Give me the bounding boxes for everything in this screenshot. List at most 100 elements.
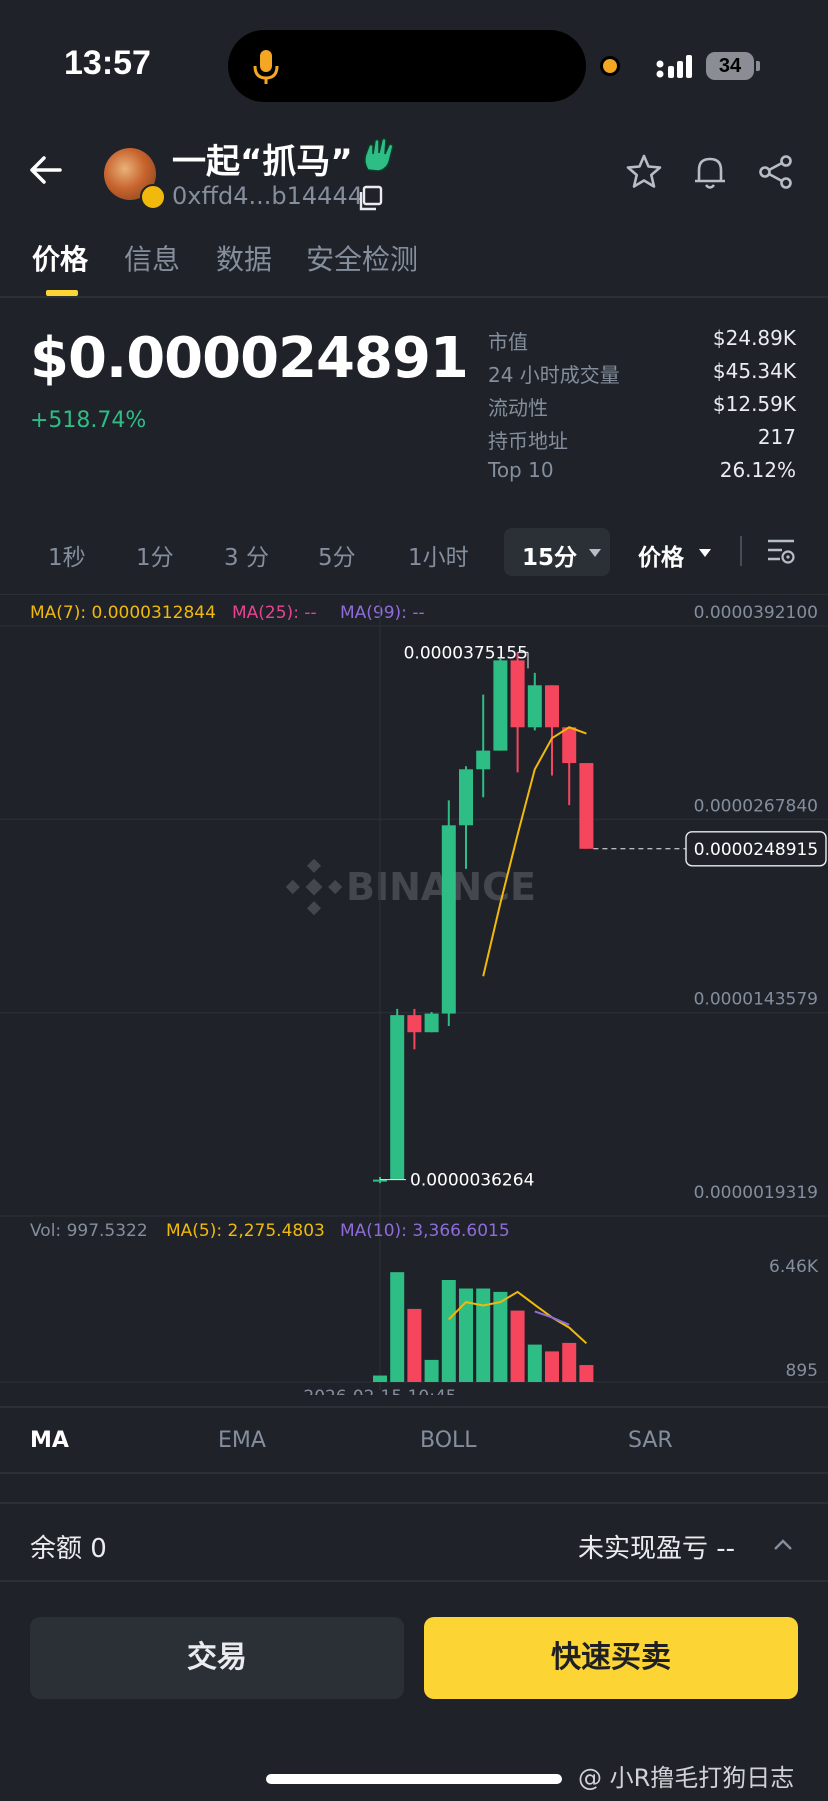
y-tick-label: 0.0000019319 [694, 1183, 818, 1203]
battery-indicator: 34 [706, 52, 754, 80]
high-price-label: 0.0000375155 [404, 643, 528, 663]
stat-holders-value: 217 [757, 425, 796, 449]
balance-divider-bottom [0, 1580, 828, 1582]
indicator-ema[interactable]: EMA [218, 1428, 266, 1453]
volume-bar [545, 1351, 559, 1382]
x-tick-label: 2026-02-15 10:45 [303, 1387, 456, 1395]
quick-buy-sell-button[interactable]: 快速买卖 [424, 1617, 798, 1699]
candle-body [510, 660, 525, 728]
low-price-label: 0.0000036264 [410, 1171, 534, 1191]
signal-icon [656, 55, 692, 78]
stat-volume-value: $45.34K [712, 359, 796, 383]
volume-bar [562, 1342, 577, 1382]
binance-watermark: BINANCE [285, 858, 536, 916]
stat-top10-value: 26.12% [719, 458, 796, 482]
copy-icon[interactable] [356, 184, 384, 212]
volume-bar [476, 1288, 491, 1382]
volume-tick-label: 6.46K [769, 1257, 819, 1277]
volume-legend: Vol: 997.5322 [30, 1221, 148, 1241]
y-tick-label: 0.0000143579 [694, 990, 818, 1010]
candle-body [441, 825, 456, 1014]
indicator-divider-bottom [0, 1472, 828, 1474]
indicator-divider-top [0, 1406, 828, 1408]
stat-top10-label: Top 10 [488, 458, 554, 482]
stat-liquidity-label: 流动性 [488, 396, 548, 420]
timeframe-3m[interactable]: 3 分 [224, 538, 269, 572]
y-tick-label: 0.0000392100 [694, 603, 818, 623]
stat-liquidity-value: $12.59K [712, 392, 796, 416]
volume-bar [373, 1375, 387, 1382]
price-change: +518.74% [30, 408, 147, 433]
volume-bar [390, 1272, 405, 1382]
chevron-down-icon [699, 549, 711, 557]
tab-security[interactable]: 安全检测 [306, 238, 418, 278]
chevron-up-icon[interactable] [772, 1534, 794, 1554]
battery-tip [756, 61, 760, 71]
candle-body [390, 1015, 405, 1180]
bell-icon[interactable] [690, 152, 730, 192]
trade-button[interactable]: 交易 [30, 1617, 404, 1699]
candle-body [493, 660, 508, 751]
indicator-boll[interactable]: BOLL [420, 1428, 477, 1453]
tab-data[interactable]: 数据 [216, 238, 272, 278]
volume-ma5-legend: MA(5): 2,275.4803 [166, 1221, 325, 1241]
volume-bars [373, 1272, 594, 1382]
timeframe-5m[interactable]: 5分 [318, 538, 356, 572]
chart-settings-icon[interactable] [766, 536, 796, 566]
timeframe-1s[interactable]: 1秒 [48, 538, 86, 572]
indicator-ma[interactable]: MA [30, 1428, 69, 1453]
stat-holders-label: 持币地址 [488, 429, 568, 453]
volume-bar [424, 1359, 439, 1382]
tab-divider [0, 296, 828, 298]
tab-info[interactable]: 信息 [124, 238, 180, 278]
candle-body [407, 1015, 422, 1033]
stat-market-cap-value: $24.89K [712, 326, 796, 350]
volume-axis: 6.46K 895 2026-02-15 10:45 [303, 1257, 818, 1395]
volume-bar [441, 1280, 456, 1382]
volume-bar [493, 1291, 508, 1382]
volume-bar [527, 1344, 542, 1382]
balance-label: 余额 0 [30, 1534, 107, 1564]
toolbar-separator [740, 536, 742, 566]
volume-ma10-line [534, 1310, 570, 1326]
back-arrow-icon[interactable] [26, 150, 66, 190]
price-chart[interactable]: BINANCE 0.0000392100 0.0000267840 0.000014… [0, 595, 828, 1395]
status-time: 13:57 [64, 44, 151, 82]
candle-body [562, 727, 577, 764]
tab-price[interactable]: 价格 [32, 238, 88, 278]
price-mode-selector[interactable]: 价格 [638, 538, 684, 572]
volume-bar [510, 1310, 525, 1382]
indicator-sar[interactable]: SAR [628, 1428, 673, 1453]
price-axis: 0.0000392100 0.0000267840 0.0000143579 0.00… [694, 603, 818, 1203]
stat-volume-label: 24 小时成交量 [488, 363, 620, 387]
contract-address: 0xffd4...b14444 [172, 182, 363, 210]
timeframe-selected[interactable]: 15分 [522, 538, 577, 572]
timeframe-1m[interactable]: 1分 [136, 538, 174, 572]
candle-body [459, 769, 473, 826]
candle-body [476, 750, 491, 770]
volume-tick-label: 895 [786, 1361, 818, 1381]
volume-bar [579, 1365, 594, 1382]
token-name: 一起“抓马” [172, 142, 353, 182]
balance-divider-top [0, 1502, 828, 1504]
ma7-line [482, 726, 587, 977]
home-indicator [266, 1774, 562, 1784]
candle-body [579, 763, 594, 849]
credit-watermark: @ 小R撸毛打狗日志 [578, 1764, 795, 1792]
y-tick-label: 0.0000267840 [694, 796, 818, 816]
privacy-indicator [600, 56, 620, 76]
star-icon[interactable] [624, 152, 664, 192]
share-icon[interactable] [756, 152, 796, 192]
microphone-icon [253, 50, 279, 84]
chevron-down-icon [589, 549, 601, 557]
current-price-label: 0.0000248915 [694, 840, 818, 860]
current-price: $0.000024891 [30, 326, 469, 391]
stat-market-cap-label: 市值 [488, 330, 528, 354]
unrealized-pnl: 未实现盈亏 -- [578, 1534, 736, 1564]
timeframe-1h[interactable]: 1小时 [408, 538, 469, 572]
volume-bar [407, 1308, 422, 1382]
hand-icon [364, 137, 394, 172]
candle-body [545, 685, 559, 728]
volume-ma10-legend: MA(10): 3,366.6015 [340, 1221, 510, 1241]
candle-body [424, 1013, 439, 1033]
